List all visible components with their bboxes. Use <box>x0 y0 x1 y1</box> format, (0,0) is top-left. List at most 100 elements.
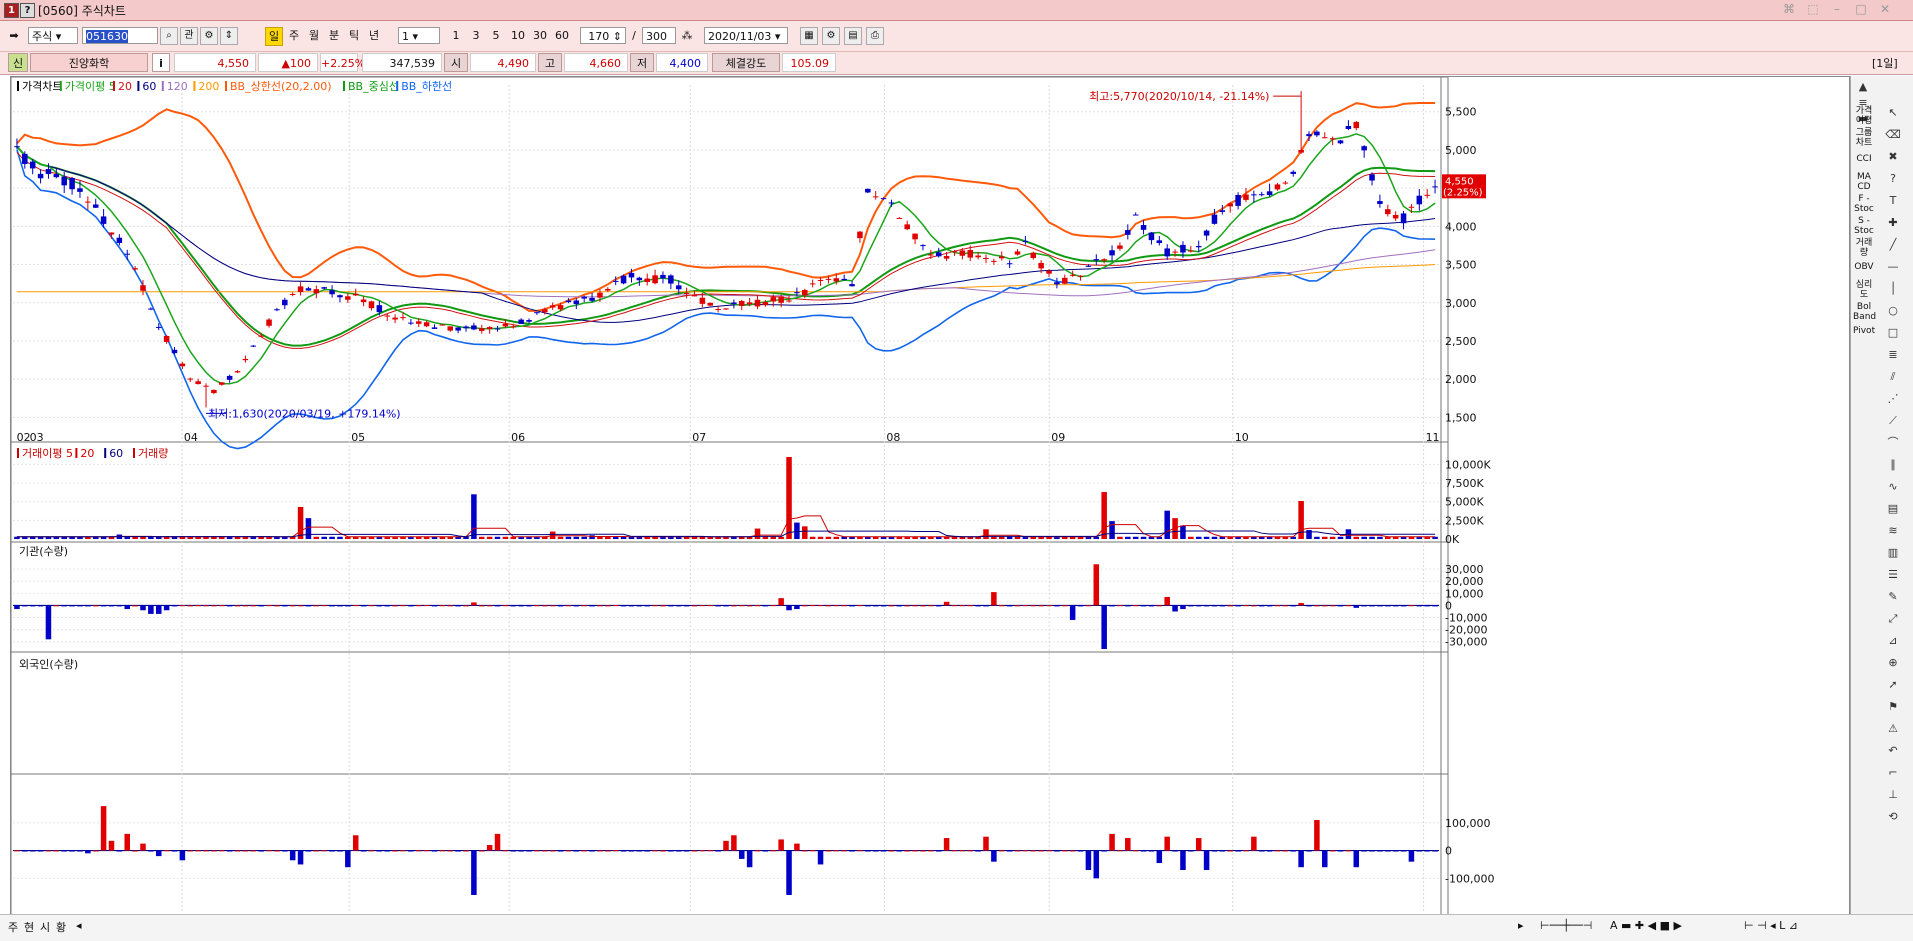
minimize-button[interactable]: – <box>1826 2 1848 17</box>
interval-select[interactable]: 1 ▾ <box>398 27 440 44</box>
maximize-button[interactable]: □ <box>1850 2 1872 17</box>
pin-icon[interactable]: ⬚ <box>1802 2 1824 17</box>
undo-icon[interactable]: ↶ <box>1885 744 1901 758</box>
trendline-icon[interactable]: ╱ <box>1885 238 1901 252</box>
foreign-bar <box>1392 850 1399 852</box>
grid-icon[interactable]: ⁂ <box>680 27 694 44</box>
arc-icon[interactable]: ⌒ <box>1885 436 1901 450</box>
indicator-fstoc[interactable]: F - Stoc <box>1853 194 1875 214</box>
hline-icon[interactable]: — <box>1885 260 1901 274</box>
close-button[interactable]: ✕ <box>1874 2 1896 17</box>
link-icon[interactable]: ⌘ <box>1778 2 1800 17</box>
text-tool-icon[interactable]: T <box>1885 194 1901 208</box>
eraser-icon[interactable]: ⌫ <box>1885 128 1901 142</box>
alert-icon[interactable]: ⚠ <box>1885 722 1901 736</box>
help-tool-icon[interactable]: ? <box>1885 172 1901 186</box>
indicator-macd[interactable]: MA CD <box>1853 172 1875 192</box>
arrow-tool-icon[interactable]: ➚ <box>1885 678 1901 692</box>
day-button[interactable]: 일 <box>265 27 283 46</box>
indicator-pivot[interactable]: Pivot <box>1853 326 1875 336</box>
zoom-out-icon[interactable]: A ▬ ✚ ◀ ■ ▶ <box>1610 919 1682 932</box>
zoom-slider-icon[interactable]: ⊢──┼──⊣ <box>1540 919 1592 932</box>
interval-60[interactable]: 60 <box>552 27 572 44</box>
date-picker[interactable]: 2020/11/03 ▾ <box>704 27 788 44</box>
stock-code-input[interactable]: 051630 <box>82 27 158 44</box>
candle-body <box>699 297 706 304</box>
interval-3[interactable]: 3 <box>468 27 484 44</box>
indicator-volume[interactable]: 거래 량 <box>1853 238 1875 258</box>
candle-body <box>668 275 674 284</box>
period-month[interactable]: 월 <box>305 27 323 44</box>
search-icon[interactable]: ⌕ <box>160 27 178 45</box>
stock-name[interactable]: 진양화학 <box>30 53 148 72</box>
indicator-obv[interactable]: OBV <box>1853 262 1875 272</box>
interval-30[interactable]: 30 <box>530 27 550 44</box>
interval-10[interactable]: 10 <box>508 27 528 44</box>
fan-icon[interactable]: ⋰ <box>1885 392 1901 406</box>
interval-1[interactable]: 1 <box>448 27 464 44</box>
scroll-up-icon[interactable]: ▲ <box>1855 80 1871 94</box>
fibonacci-icon[interactable]: ≣ <box>1885 348 1901 362</box>
institution-bar <box>431 605 438 607</box>
period-minute[interactable]: 분 <box>325 27 343 44</box>
tab-hyeon[interactable]: 현 <box>24 919 34 935</box>
indicator-cci[interactable]: CCI <box>1853 154 1875 164</box>
channel-icon[interactable]: ⫽ <box>1885 370 1901 384</box>
institution-bar <box>920 605 926 607</box>
config-icon[interactable]: ⚙ <box>822 27 840 45</box>
reset-icon[interactable]: ⟲ <box>1885 810 1901 824</box>
arrow-right-icon[interactable]: ➡ <box>6 27 22 44</box>
foreign-bar <box>140 843 146 851</box>
grid-tool-icon[interactable]: ▤ <box>1885 502 1901 516</box>
scroll-left-icon[interactable]: ◂ <box>76 919 82 932</box>
total-count-input[interactable]: 300 <box>642 27 676 44</box>
zoom-icon[interactable]: ⊕ <box>1885 656 1901 670</box>
info-icon[interactable]: i <box>152 53 170 72</box>
wave-icon[interactable]: ≋ <box>1885 524 1901 538</box>
crosshair-icon[interactable]: ✚ <box>1885 216 1901 230</box>
rect-tool-icon[interactable]: □ <box>1885 326 1901 340</box>
tab-hwang[interactable]: 황 <box>56 919 66 935</box>
chart-frame[interactable]: 0202030304040505060607070808090910101111… <box>10 76 1850 928</box>
indicator-psycho[interactable]: 심리 도 <box>1853 280 1875 300</box>
measure-icon[interactable]: ⤢ <box>1885 612 1901 626</box>
corner-icon[interactable]: ⌐ <box>1885 766 1901 780</box>
cycle-icon[interactable]: ∿ <box>1885 480 1901 494</box>
indicator-sstoc[interactable]: S - Stoc <box>1853 216 1875 236</box>
tab-si[interactable]: 시 <box>40 919 50 935</box>
display-count-input[interactable]: 170 ⇕ <box>580 27 626 44</box>
tab-ju[interactable]: 주 <box>8 919 18 935</box>
search-button[interactable]: 관 <box>180 27 198 45</box>
candle-body <box>1077 275 1084 277</box>
spin-icon[interactable]: ⇕ <box>220 27 238 45</box>
ruler-icon[interactable]: ⊿ <box>1885 634 1901 648</box>
pencil-icon[interactable]: ✎ <box>1885 590 1901 604</box>
indicator-group-chart[interactable]: 그룹 차트 <box>1853 128 1875 148</box>
parallel-icon[interactable]: ∥ <box>1885 458 1901 472</box>
period-week[interactable]: 주 <box>285 27 303 44</box>
app-icon: 1 <box>4 3 19 18</box>
save-icon[interactable]: ▤ <box>844 27 862 45</box>
cursor-icon[interactable]: ↖ <box>1885 106 1901 120</box>
scroll-right-icon[interactable]: ▸ <box>1518 919 1524 932</box>
vline-icon[interactable]: │ <box>1885 282 1901 296</box>
interval-5[interactable]: 5 <box>488 27 504 44</box>
foreign-bar <box>534 850 540 852</box>
print-icon[interactable]: ⎙ <box>866 27 884 45</box>
stock-chart-svg[interactable]: 0202030304040505060607070808090910101111… <box>11 77 1849 927</box>
signal-icon[interactable]: ⚑ <box>1885 700 1901 714</box>
indicator-bollinger[interactable]: Bol Band <box>1853 302 1876 322</box>
delete-icon[interactable]: ✖ <box>1885 150 1901 164</box>
help-icon[interactable]: ? <box>20 3 35 18</box>
layout-icon[interactable]: ▦ <box>800 27 818 45</box>
market-type-select[interactable]: 주식 ▾ <box>28 27 78 44</box>
chart-type-icon[interactable]: ▥ <box>1885 546 1901 560</box>
pan-icons[interactable]: ⊢ ⊣ ◂ L ⊿ <box>1744 919 1798 932</box>
settings-icon[interactable]: ⚙ <box>200 27 218 45</box>
period-year[interactable]: 년 <box>365 27 383 44</box>
gann-icon[interactable]: ⟋ <box>1885 414 1901 428</box>
anchor-icon[interactable]: ⊥ <box>1885 788 1901 802</box>
period-tick[interactable]: 틱 <box>345 27 363 44</box>
circle-tool-icon[interactable]: ○ <box>1885 304 1901 318</box>
list-tool-icon[interactable]: ☰ <box>1885 568 1901 582</box>
